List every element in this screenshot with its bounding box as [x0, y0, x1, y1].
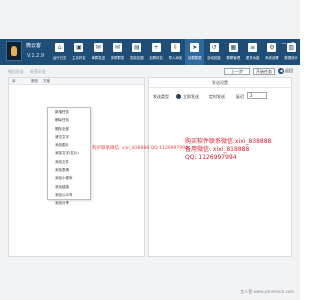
column-header: 方案: [43, 79, 50, 83]
nav-item-more[interactable]: ≡ 更多功能: [243, 39, 262, 65]
send-icon: ➤: [190, 43, 200, 52]
nav-item-add-group[interactable]: + 加群好友: [146, 39, 165, 65]
interval-label: 延迟: [236, 94, 244, 99]
nav-item-settings[interactable]: ⚙ 系统设置: [262, 39, 281, 65]
menu-item[interactable]: 添加小程序: [48, 174, 90, 182]
top-navigation-bar: 微云客 V.1.2.9 ⌂ 运行日志 ▣ 主页好友 ✉ 单群发送 ✉ 多群群发 ▤ 发朋友…: [0, 39, 300, 65]
radio-send-now[interactable]: [176, 93, 181, 99]
nav-label: 运行日志: [52, 56, 67, 60]
app-title: 微云客: [26, 43, 42, 49]
nav-label: 系统设置: [265, 56, 279, 60]
menu-item[interactable]: 添加分享: [48, 199, 90, 207]
menu-item[interactable]: 添加链接: [48, 183, 90, 191]
nav-item-import[interactable]: ⇩ 导入添加: [166, 39, 185, 65]
minimize-icon[interactable]: —: [281, 41, 287, 47]
send-type-label: 发送类型: [153, 94, 169, 99]
nav-label: 自动回复: [207, 56, 221, 60]
table-header: 序 微信 方案: [9, 78, 144, 85]
menu-item[interactable]: 清空文字: [48, 133, 90, 141]
scheduled-send-option[interactable]: 定时发送: [209, 94, 225, 100]
nav-label: 导入添加: [168, 56, 183, 60]
menu-item[interactable]: 删除全部: [48, 125, 90, 133]
add-group-icon: +: [151, 43, 161, 52]
send-now-label[interactable]: 立即发送: [183, 94, 199, 100]
context-menu: 新增任务 删除任务 删除全部 清空文字 添加图片 添加文字(名片) 添加文件 添…: [47, 107, 91, 205]
window-controls: — ✕: [281, 41, 296, 47]
back-label: 返回: [285, 68, 293, 73]
subtab-tag-friends[interactable]: 标签好友: [30, 69, 46, 75]
back-arrow-icon: ◀: [278, 68, 284, 74]
column-header: 序: [12, 79, 16, 83]
nav-label: 主页好友: [72, 56, 86, 60]
close-icon[interactable]: ✕: [290, 41, 296, 47]
contacts-icon: ▣: [74, 43, 84, 52]
contact-overlay: 购买软件联系微信:xixi_838888 备用微信: xixi_818888 Q…: [185, 138, 271, 163]
auto-reply-icon: ↺: [209, 43, 219, 52]
nav-item-auto-reply[interactable]: ↺ 自动回复: [204, 39, 223, 65]
message-icon: ✉: [93, 43, 103, 52]
nav-label: 群聊管理: [226, 56, 241, 60]
send-settings-panel: 发送设置 发送类型 立即发送 定时发送 延迟 2: [148, 77, 292, 257]
import-icon: ⇩: [170, 43, 180, 52]
panel-header: 发送设置: [149, 78, 291, 88]
nav-item-single-send[interactable]: ✉ 单群发送: [89, 39, 108, 65]
interval-input[interactable]: 2: [247, 92, 267, 99]
menu-item[interactable]: 添加文字(名片): [48, 149, 90, 157]
more-icon: ≡: [248, 43, 258, 52]
start-task-button[interactable]: 开始任务: [253, 68, 275, 75]
settings-icon: ⚙: [267, 43, 277, 52]
footer-site-text: 言人营 www.yanrenxin.com: [240, 289, 294, 294]
menu-item[interactable]: 添加表情: [48, 166, 90, 174]
menu-item[interactable]: 添加公众号: [48, 191, 90, 199]
back-button[interactable]: ◀ 返回: [278, 68, 293, 74]
contact-line: 备用微信: xixi_818888: [185, 146, 250, 154]
nav-item-load-data[interactable]: ➤ 加载数据: [185, 39, 205, 65]
nav-label: 多群群发: [110, 56, 125, 60]
menu-item[interactable]: 添加图片: [48, 141, 90, 149]
watermark-text: 购买联系微信: xixi_838888 QQ:1126997994: [92, 146, 188, 151]
contact-line: 购买软件联系微信:xixi_838888: [185, 138, 272, 145]
nav-label: 发朋友圈: [130, 56, 144, 60]
group-send-icon: ✉: [113, 43, 123, 52]
subtabs: 微信好友 标签好友: [8, 69, 46, 75]
subtab-wechat-friends[interactable]: 微信好友: [8, 69, 24, 75]
nav-item-group-manage[interactable]: ▦ 群聊管理: [224, 39, 243, 65]
nav-label: 加群好友: [149, 56, 163, 60]
contact-line: QQ: 1126997994: [185, 154, 237, 162]
column-header: 微信: [31, 79, 38, 83]
nav-label: 单群发送: [91, 56, 106, 60]
nav-label: 更多功能: [245, 56, 260, 60]
chat-manage-icon: ▦: [228, 43, 238, 52]
main-nav: ⌂ 运行日志 ▣ 主页好友 ✉ 单群发送 ✉ 多群群发 ▤ 发朋友圈 + 加群好友 ⇩ 导入添…: [50, 39, 300, 65]
menu-item[interactable]: 新增任务: [48, 108, 90, 116]
app-version: V.1.2.9: [27, 53, 45, 59]
panel-title: 发送设置: [212, 80, 228, 85]
nav-item-group-send[interactable]: ✉ 多群群发: [108, 39, 127, 65]
nav-item-run-log[interactable]: ⌂ 运行日志: [50, 39, 69, 65]
task-list-panel: 序 微信 方案 新增任务 删除任务 删除全部 清空文字 添加图片 添加文字(名片…: [8, 77, 145, 257]
flame-icon: [11, 46, 17, 56]
app-window: 微云客 V.1.2.9 ⌂ 运行日志 ▣ 主页好友 ✉ 单群发送 ✉ 多群群发 ▤ 发朋友…: [0, 0, 300, 300]
nav-label: 数据统计: [284, 56, 298, 60]
menu-item[interactable]: 添加文件: [48, 158, 90, 166]
nav-item-friends[interactable]: ▣ 主页好友: [69, 39, 88, 65]
nav-label: 加载数据: [187, 56, 202, 60]
app-logo: [6, 41, 22, 61]
nav-item-moments[interactable]: ▤ 发朋友圈: [127, 39, 146, 65]
menu-item[interactable]: 删除任务: [48, 116, 90, 124]
home-icon: ⌂: [55, 43, 65, 52]
moments-icon: ▤: [132, 43, 142, 52]
prev-step-button[interactable]: 上一步: [224, 68, 250, 75]
